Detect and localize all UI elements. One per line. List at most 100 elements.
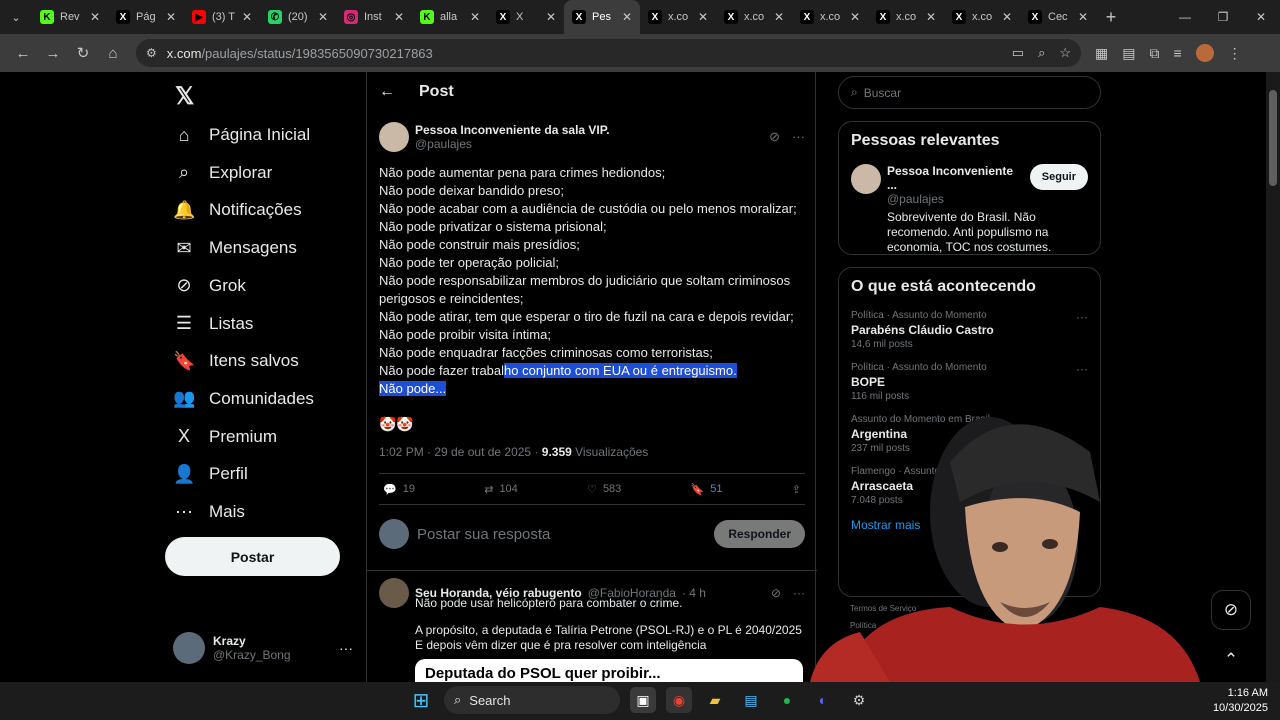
scrollbar[interactable] (1266, 72, 1280, 682)
avatar[interactable] (379, 578, 409, 608)
browser-tab[interactable]: X Pág ✕ (108, 0, 184, 34)
star-icon[interactable]: ☆ (1059, 45, 1071, 61)
reply-input[interactable]: Postar sua resposta (417, 526, 550, 543)
back-arrow-icon[interactable]: ← (379, 83, 395, 101)
post-button[interactable]: Postar (165, 537, 340, 576)
more-icon[interactable]: ··· (1076, 310, 1088, 324)
nav-item-home[interactable]: ⌂ Página Inicial (173, 120, 311, 150)
extension-icon[interactable]: ▦ (1095, 45, 1108, 62)
browser-tab[interactable]: X Pes ✕ (564, 0, 640, 34)
close-tab-icon[interactable]: ✕ (850, 10, 860, 24)
close-tab-icon[interactable]: ✕ (318, 10, 328, 24)
store-icon[interactable]: ▤ (738, 687, 764, 713)
browser-tab[interactable]: Xx.co ✕ (792, 0, 868, 34)
author-name[interactable]: Pessoa Inconveniente da sala VIP. (415, 123, 610, 137)
follow-button[interactable]: Seguir (1029, 164, 1088, 190)
relevant-name[interactable]: Pessoa Inconveniente ... (887, 164, 1016, 192)
like-button[interactable]: ♡ 583 (587, 483, 621, 496)
system-clock[interactable]: 1:16 AM 10/30/2025 (1213, 686, 1268, 716)
grok-icon[interactable]: ⊘ (771, 586, 781, 600)
close-tab-icon[interactable]: ✕ (546, 10, 556, 24)
forward-icon[interactable]: → (38, 38, 68, 68)
chrome-icon[interactable]: ◉ (666, 687, 692, 713)
relevant-handle[interactable]: @paulajes (887, 192, 1016, 206)
reload-icon[interactable]: ↻ (68, 38, 98, 68)
nav-item-communities[interactable]: 👥 Comunidades (173, 384, 314, 414)
nav-item-grok[interactable]: ⊘ Grok (173, 271, 245, 301)
close-tab-icon[interactable]: ✕ (1078, 10, 1088, 24)
browser-tab[interactable]: Kalla ✕ (412, 0, 488, 34)
nav-item-lists[interactable]: ☰ Listas (173, 309, 254, 339)
zoom-icon[interactable]: ⌕ (1038, 45, 1045, 61)
grok-icon[interactable]: ⊘ (1211, 590, 1251, 630)
browser-tab[interactable]: K Rev ✕ (32, 0, 108, 34)
close-tab-icon[interactable]: ✕ (774, 10, 784, 24)
nav-item-more[interactable]: ⋯ Mais (173, 497, 245, 527)
avatar[interactable] (379, 122, 409, 152)
close-tab-icon[interactable]: ✕ (90, 10, 100, 24)
close-tab-icon[interactable]: ✕ (166, 10, 176, 24)
close-tab-icon[interactable]: ✕ (242, 10, 252, 24)
bookmark-button[interactable]: 🔖 51 (691, 483, 723, 496)
close-window-icon[interactable]: ✕ (1242, 0, 1280, 34)
repost-button[interactable]: ⇄ 104 (484, 483, 518, 496)
home-icon[interactable]: ⌂ (98, 38, 128, 68)
scrollbar-thumb[interactable] (1269, 90, 1277, 186)
browser-tab[interactable]: ◎ Inst ✕ (336, 0, 412, 34)
x-logo-icon[interactable]: 𝕏 (175, 82, 194, 111)
restore-icon[interactable]: ❐ (1204, 0, 1242, 34)
profile-avatar[interactable] (1195, 44, 1214, 62)
windows-start-icon[interactable]: ⊞ (408, 687, 434, 713)
close-tab-icon[interactable]: ✕ (698, 10, 708, 24)
more-icon[interactable]: ··· (1076, 362, 1088, 376)
nav-item-messages[interactable]: ✉ Mensagens (173, 233, 296, 263)
browser-tab[interactable]: Xx.co ✕ (716, 0, 792, 34)
avatar[interactable] (851, 164, 881, 194)
install-icon[interactable]: ▭ (1012, 45, 1024, 61)
scroll-top-icon[interactable]: ⌃ (1211, 640, 1251, 680)
browser-tab[interactable]: ▶ (3) T ✕ (184, 0, 260, 34)
trend-item[interactable]: Política · Assunto do Momento Parabéns Cl… (851, 310, 1088, 350)
menu-icon[interactable]: ⋮ (1228, 45, 1242, 62)
browser-tab[interactable]: Xx.co ✕ (868, 0, 944, 34)
site-info-icon[interactable]: ⚙ (146, 46, 157, 60)
close-tab-icon[interactable]: ✕ (1002, 10, 1012, 24)
spotify-icon[interactable]: ● (774, 687, 800, 713)
browser-tab[interactable]: ✆ (20) ✕ (260, 0, 336, 34)
nav-item-bookmarks[interactable]: 🔖 Itens salvos (173, 346, 299, 376)
reply-submit-button[interactable]: Responder (714, 520, 805, 548)
search-input[interactable]: ⌕ Buscar (838, 76, 1101, 109)
close-tab-icon[interactable]: ✕ (470, 10, 480, 24)
task-view-icon[interactable]: ▣ (630, 687, 656, 713)
media-icon[interactable]: ≡ (1173, 45, 1181, 61)
file-explorer-icon[interactable]: ▰ (702, 687, 728, 713)
puzzle-icon[interactable]: ⧉ (1149, 45, 1159, 62)
more-icon[interactable]: ··· (339, 640, 353, 656)
extension-icon[interactable]: ▤ (1122, 45, 1135, 62)
url-bar[interactable]: ⚙ x.com/paulajes/status/1983565090730217… (136, 39, 1081, 67)
browser-tab[interactable]: Xx.co ✕ (944, 0, 1020, 34)
close-tab-icon[interactable]: ✕ (926, 10, 936, 24)
reply-button[interactable]: 💬 19 (383, 483, 415, 496)
new-tab-button[interactable]: + (1096, 7, 1126, 28)
nav-item-premium[interactable]: X Premium (173, 422, 277, 452)
nav-item-explore[interactable]: ⌕ Explorar (173, 158, 272, 188)
nav-item-profile[interactable]: 👤 Perfil (173, 459, 248, 489)
nav-item-notifications[interactable]: 🔔 Notificações (173, 195, 302, 225)
taskbar-search[interactable]: ⌕ Search (444, 686, 620, 714)
close-tab-icon[interactable]: ✕ (622, 10, 632, 24)
steam-icon[interactable]: ⚙ (846, 687, 872, 713)
browser-tab[interactable]: X Cec ✕ (1020, 0, 1096, 34)
grok-icon[interactable]: ⊘ (769, 129, 780, 145)
minimize-icon[interactable]: — (1166, 0, 1204, 34)
author-handle[interactable]: @paulajes (415, 137, 610, 151)
more-icon[interactable]: ··· (792, 129, 805, 145)
reply-media-card[interactable]: Deputada do PSOL quer proibir... (415, 659, 803, 682)
discord-icon[interactable]: ◐ (810, 687, 836, 713)
browser-tab[interactable]: Xx.co ✕ (640, 0, 716, 34)
tab-search-icon[interactable]: ⌄ (0, 0, 32, 34)
browser-tab[interactable]: X X ✕ (488, 0, 564, 34)
account-switcher[interactable]: Krazy @Krazy_Bong ··· (173, 630, 353, 666)
close-tab-icon[interactable]: ✕ (394, 10, 404, 24)
back-icon[interactable]: ← (8, 38, 38, 68)
